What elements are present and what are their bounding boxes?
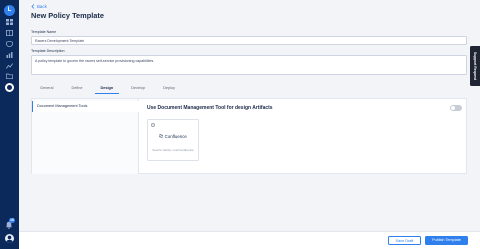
- section-title: Use Document Management Tool for design …: [147, 105, 273, 111]
- confluence-icon: [159, 134, 164, 139]
- back-link[interactable]: Back: [31, 4, 47, 9]
- chevron-left-icon: [31, 4, 35, 9]
- app-logo[interactable]: L: [4, 5, 15, 16]
- folder-icon[interactable]: [6, 73, 13, 79]
- tool-radio[interactable]: [151, 123, 155, 127]
- design-panel: Document Management Tools Use Document M…: [31, 98, 467, 174]
- nav-rail: L 16: [0, 0, 19, 249]
- save-draft-button[interactable]: Save Draft: [388, 236, 421, 245]
- analytics-icon[interactable]: [6, 63, 13, 69]
- support-request-tab[interactable]: Support Request: [470, 46, 480, 86]
- tool-subtitle: Source: Entity: overConfluence: [152, 148, 194, 152]
- notification-badge: 16: [9, 218, 15, 223]
- chart-icon[interactable]: [6, 52, 13, 58]
- sidebar-item-document-management[interactable]: Document Management Tools: [32, 101, 139, 112]
- support-request-label: Support Request: [473, 51, 477, 81]
- tab-design[interactable]: Design: [92, 84, 123, 94]
- grid-icon[interactable]: [6, 19, 13, 25]
- back-label: Back: [37, 4, 47, 9]
- tool-card-confluence[interactable]: Confluence Source: Entity: overConfluenc…: [147, 119, 199, 161]
- tool-brand: Confluence: [148, 134, 198, 139]
- template-name-label: Template Name: [31, 30, 57, 34]
- design-sidebar: Document Management Tools: [32, 99, 139, 174]
- shield-icon[interactable]: [6, 41, 13, 47]
- publish-template-button[interactable]: Publish Template: [425, 236, 468, 245]
- tab-define[interactable]: Define: [63, 84, 92, 94]
- tab-general[interactable]: General: [31, 84, 63, 94]
- tool-name: Confluence: [164, 134, 187, 139]
- template-name-input[interactable]: Racers Development Template: [31, 36, 467, 45]
- policy-tabs: General Define Design Develop Deploy: [31, 84, 184, 94]
- template-description-label: Template Description: [31, 49, 65, 53]
- document-tool-toggle[interactable]: [450, 105, 462, 111]
- settings-icon[interactable]: [5, 83, 14, 92]
- tab-develop[interactable]: Develop: [122, 84, 154, 94]
- tab-deploy[interactable]: Deploy: [154, 84, 184, 94]
- avatar[interactable]: [5, 234, 14, 243]
- book-icon[interactable]: [6, 30, 13, 36]
- template-description-input[interactable]: A policy template to govern the racers s…: [31, 55, 467, 75]
- page-title: New Policy Template: [31, 11, 104, 20]
